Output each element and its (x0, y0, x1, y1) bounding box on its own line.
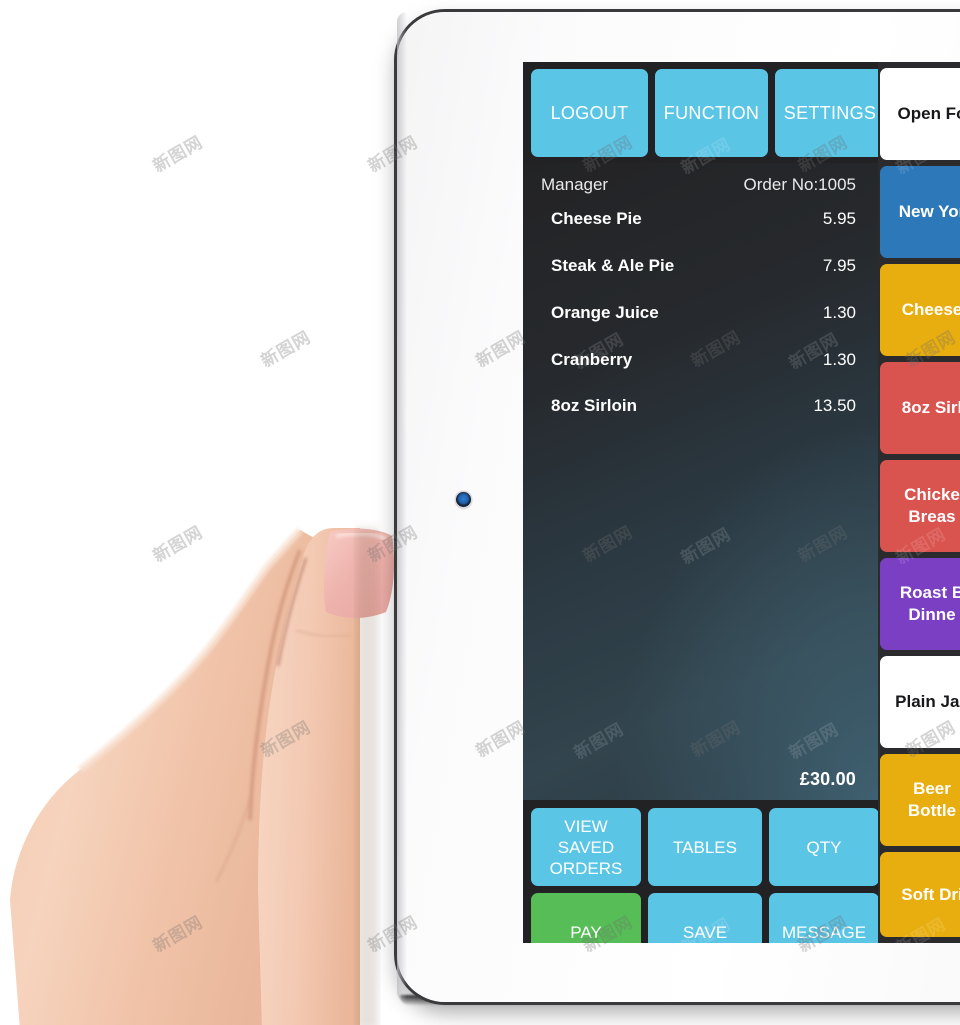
settings-button[interactable]: SETTINGS (775, 69, 885, 157)
view-saved-orders-button[interactable]: VIEW SAVED ORDERS (531, 808, 641, 886)
order-item-name: Steak & Ale Pie (551, 256, 675, 275)
order-item-price: 5.95 (822, 209, 856, 228)
menu-button-column: Open Fo New Yor Cheese 8oz Sirl Chicke Breas R… (878, 62, 960, 943)
menu-item-button[interactable]: New Yor (880, 166, 960, 258)
pay-button[interactable]: PAY (531, 893, 641, 943)
menu-item-button[interactable]: Cheese (880, 264, 960, 356)
order-item-row[interactable]: Cranberry 1.30 (523, 350, 878, 376)
hand-holding-tablet (10, 527, 394, 1025)
page-background: 新图网新图网新图网新图网新图网新图网新图网新图网新图网新图网新图网新图网新图网新… (0, 0, 960, 1025)
order-item-row[interactable]: Cheese Pie 5.95 (523, 209, 878, 235)
order-item-row[interactable]: Steak & Ale Pie 7.95 (523, 256, 878, 282)
order-item-name: Orange Juice (551, 303, 659, 322)
order-item-name: Cranberry (551, 350, 633, 369)
top-toolbar: LOGOUT FUNCTION SETTINGS (523, 62, 885, 163)
qty-button[interactable]: QTY (769, 808, 879, 886)
menu-item-button[interactable]: 8oz Sirl (880, 362, 960, 454)
order-header: Manager Order No:1005 (523, 175, 878, 199)
order-column: LOGOUT FUNCTION SETTINGS Manager Order N… (523, 62, 885, 943)
menu-item-button[interactable]: Roast B Dinne (880, 558, 960, 650)
order-ticket-panel[interactable]: Manager Order No:1005 Cheese Pie 5.95 Stea… (523, 163, 878, 800)
order-item-price: 1.30 (822, 350, 856, 369)
tables-button[interactable]: TABLES (648, 808, 762, 886)
menu-item-button[interactable]: Open Fo (880, 68, 960, 160)
pos-screen: LOGOUT FUNCTION SETTINGS Manager Order N… (523, 62, 960, 943)
save-button[interactable]: SAVE (648, 893, 762, 943)
front-camera-dot-icon (456, 492, 471, 507)
message-button[interactable]: MESSAGE (769, 893, 879, 943)
watermark-text: 新图网 (257, 327, 315, 372)
order-item-row[interactable]: Orange Juice 1.30 (523, 303, 878, 329)
order-number: Order No:1005 (743, 175, 856, 194)
order-total: £30.00 (799, 769, 856, 789)
function-button[interactable]: FUNCTION (655, 69, 768, 157)
watermark-text: 新图网 (149, 132, 207, 177)
logout-button[interactable]: LOGOUT (531, 69, 648, 157)
order-item-price: 1.30 (822, 303, 856, 322)
order-item-name: 8oz Sirloin (551, 396, 637, 415)
order-item-name: Cheese Pie (551, 209, 642, 228)
order-item-price: 7.95 (822, 256, 856, 275)
menu-item-button[interactable]: Chicke Breas (880, 460, 960, 552)
watermark-text: 新图网 (257, 327, 315, 372)
order-item-row[interactable]: 8oz Sirloin 13.50 (523, 396, 878, 422)
order-item-price: 13.50 (813, 396, 856, 415)
operator-name: Manager (541, 175, 609, 194)
action-button-grid: VIEW SAVED ORDERS TABLES QTY PAY SAVE MESSAGE (523, 800, 879, 943)
menu-item-button[interactable]: Beer Bottle (880, 754, 960, 846)
watermark-text: 新图网 (149, 132, 207, 177)
menu-item-button[interactable]: Soft Dri (880, 852, 960, 937)
menu-item-button[interactable]: Plain Jac (880, 656, 960, 748)
